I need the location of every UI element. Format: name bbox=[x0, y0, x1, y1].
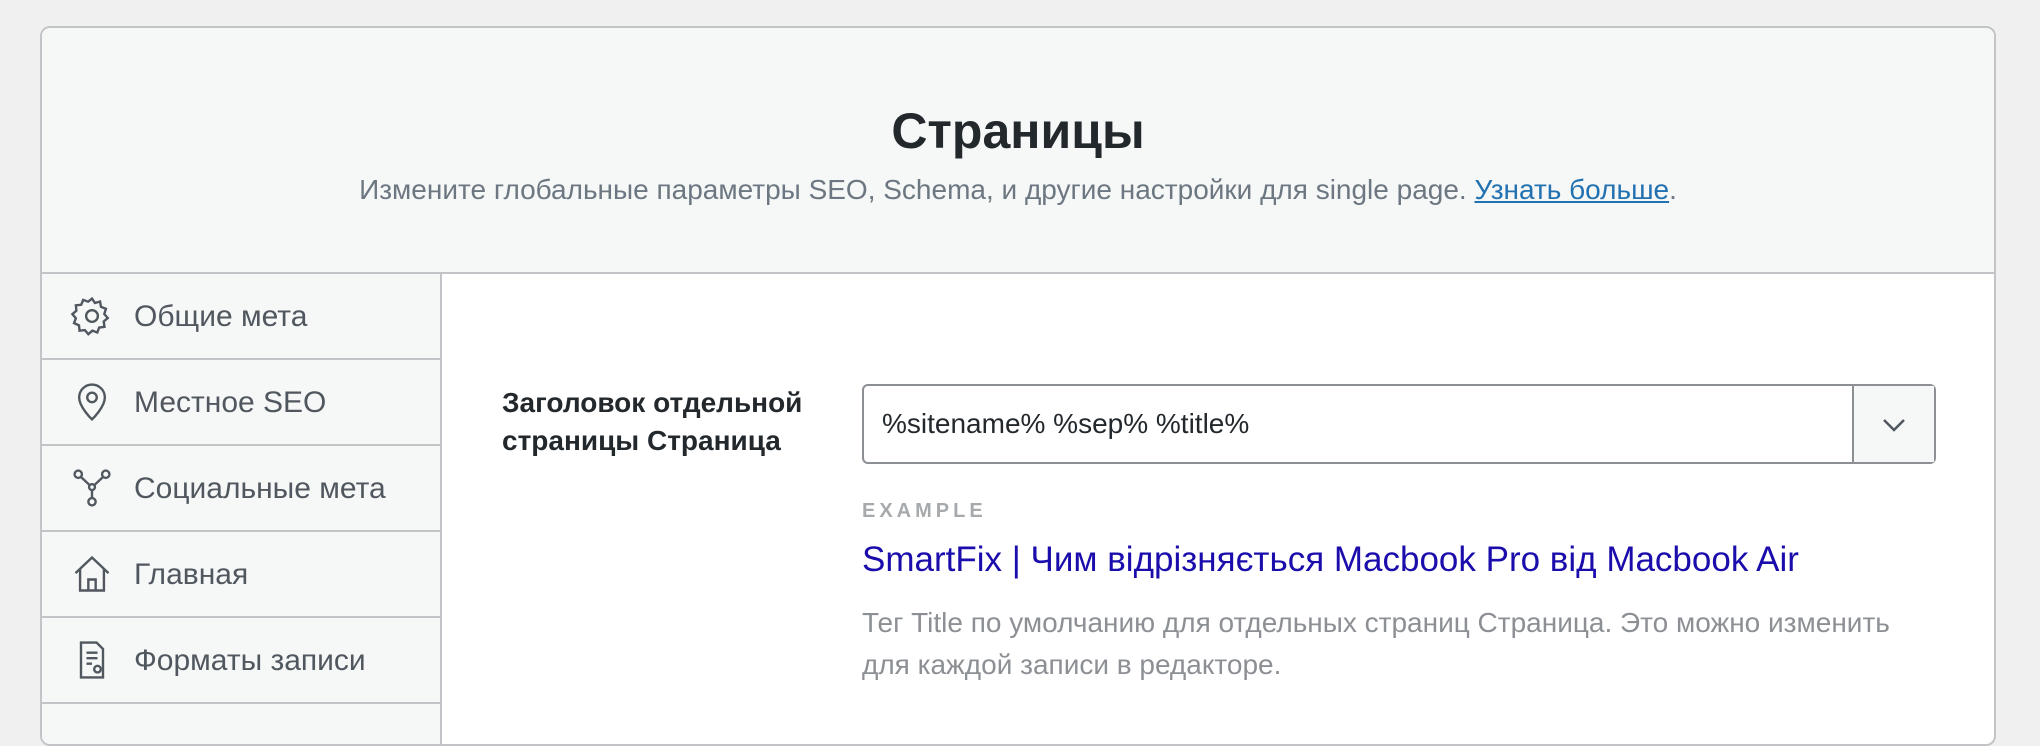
description-text: Измените глобальные параметры SEO, Schem… bbox=[359, 174, 1467, 205]
home-icon bbox=[70, 552, 114, 596]
sidebar-item-post-formats[interactable]: Форматы записи bbox=[42, 618, 440, 704]
sidebar-item-label: Главная bbox=[134, 558, 249, 591]
title-template-value[interactable]: %sitename% %sep% %title% bbox=[882, 408, 1249, 440]
sidebar-item-label: Местное SEO bbox=[134, 386, 327, 419]
example-caption: EXAMPLE bbox=[862, 500, 987, 522]
sidebar-item-home[interactable]: Главная bbox=[42, 532, 440, 618]
page-title: Страницы bbox=[891, 103, 1145, 159]
page-description: Измените глобальные параметры SEO, Schem… bbox=[42, 174, 1994, 206]
field-help-text: Тег Title по умолчанию для отдельных стр… bbox=[862, 607, 1890, 680]
sidebar-item-general-meta[interactable]: Общие мета bbox=[42, 274, 440, 360]
sidebar-item-social-meta[interactable]: Социальные мета bbox=[42, 446, 440, 532]
sidebar-item-label: Форматы записи bbox=[134, 644, 366, 677]
network-icon bbox=[70, 466, 114, 510]
document-icon bbox=[70, 638, 114, 682]
title-field-label: Заголовок отдельной страницы Страница bbox=[502, 387, 803, 456]
location-pin-icon bbox=[70, 380, 114, 424]
sidebar-nav: Общие мета Местное SEO Социальные мета Г… bbox=[42, 274, 442, 744]
example-title-preview: SmartFix | Чим відрізняється Macbook Pro… bbox=[862, 540, 1799, 579]
sidebar-item-label: Социальные мета bbox=[134, 472, 386, 505]
settings-content: Заголовок отдельной страницы Страница %s… bbox=[444, 274, 1994, 744]
title-template-select[interactable]: %sitename% %sep% %title% bbox=[862, 384, 1936, 464]
settings-panel: Страницы Измените глобальные параметры S… bbox=[40, 26, 1996, 746]
page-header: Страницы Измените глобальные параметры S… bbox=[42, 28, 1994, 274]
chevron-down-icon bbox=[1883, 419, 1905, 432]
learn-more-link[interactable]: Узнать больше bbox=[1474, 174, 1669, 205]
dropdown-toggle-button[interactable] bbox=[1852, 386, 1934, 462]
description-period: . bbox=[1669, 174, 1677, 205]
sidebar-item-label: Общие мета bbox=[134, 300, 308, 333]
gear-icon bbox=[70, 294, 114, 338]
sidebar-item-local-seo[interactable]: Местное SEO bbox=[42, 360, 440, 446]
